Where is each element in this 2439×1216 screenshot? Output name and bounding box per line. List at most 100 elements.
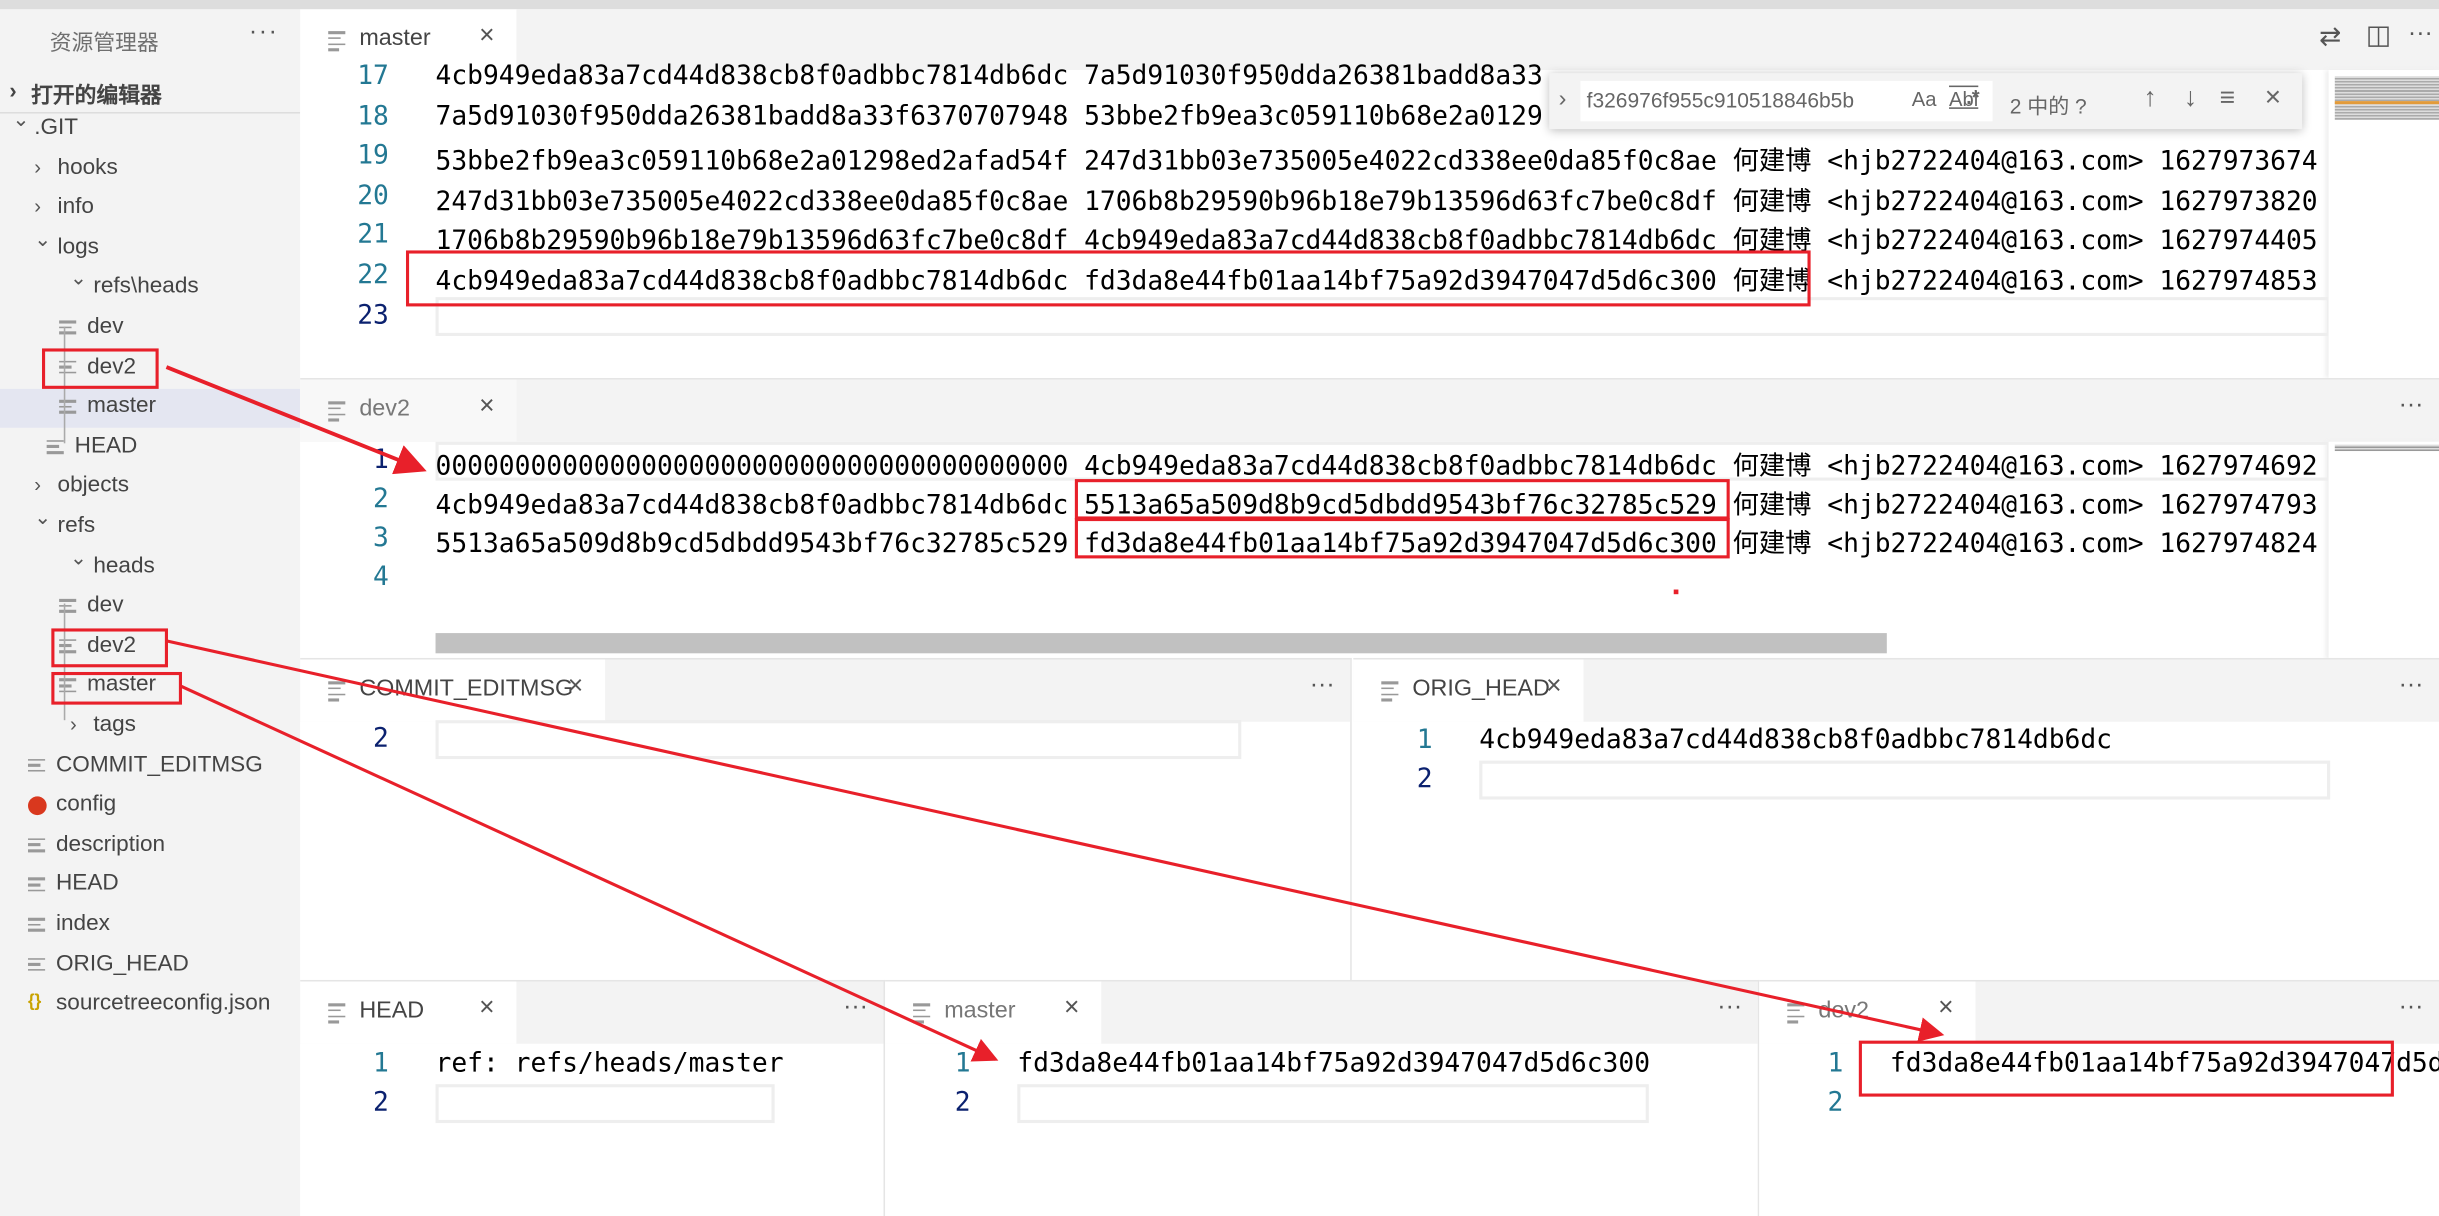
tree-item-logs[interactable]: ⌄ logs (0, 227, 300, 269)
file-icon (27, 838, 46, 855)
close-icon[interactable]: × (479, 992, 494, 1023)
code-line[interactable]: 7a5d91030f950dda26381badd8a33f6370707948… (436, 99, 1543, 130)
code-line[interactable]: 5513a65a509d8b9cd5dbdd9543bf76c32785c529… (436, 521, 2318, 560)
tree-item-hooks[interactable]: › hooks (0, 150, 300, 189)
tree-item-sourcetreeconfig-json[interactable]: {} sourcetreeconfig.json (0, 986, 300, 1025)
tree-item-label: refs (57, 513, 96, 539)
tab-head[interactable]: HEAD × (300, 981, 517, 1044)
close-icon[interactable]: × (1546, 670, 1561, 701)
more-actions-button[interactable]: ··· (1310, 672, 1335, 700)
tab-bar: HEAD × ··· (300, 981, 884, 1044)
more-actions-button[interactable]: ··· (2399, 994, 2424, 1022)
tree-item-index[interactable]: index (0, 907, 300, 946)
close-icon[interactable]: × (479, 390, 494, 421)
close-icon[interactable]: × (479, 20, 494, 51)
close-icon[interactable]: × (1938, 992, 1953, 1023)
tree-item--git[interactable]: ⌄ .GIT (0, 107, 300, 149)
line-number: 1 (373, 443, 389, 475)
tree-item-dev[interactable]: dev (0, 588, 300, 627)
tree-item-label: objects (57, 473, 130, 499)
minimap[interactable] (2328, 441, 2439, 658)
chevron-down-icon: ⌄ (69, 545, 87, 569)
tree-item-heads[interactable]: ⌄ heads (0, 545, 300, 587)
explorer-more-button[interactable]: ··· (249, 19, 279, 47)
code-line[interactable]: ref: refs/heads/master (436, 1047, 784, 1078)
tree-item-commit-editmsg[interactable]: COMMIT_EDITMSG (0, 748, 300, 787)
code-line[interactable]: 4cb949eda83a7cd44d838cb8f0adbbc7814db6dc… (436, 59, 1543, 90)
editor-group-commit-editmsg: COMMIT_EDITMSG × ··· 2 (300, 657, 1352, 980)
split-editor-icon[interactable]: ◫ (2366, 20, 2391, 51)
code-line[interactable]: 4cb949eda83a7cd44d838cb8f0adbbc7814db6dc (1479, 723, 2112, 754)
tree-item-config[interactable]: config (0, 787, 300, 826)
compare-changes-icon[interactable]: ⇄ (2319, 22, 2341, 53)
regex-icon[interactable]: .* (1966, 86, 1979, 109)
tree-item-master[interactable]: master (0, 389, 301, 429)
file-icon (1381, 681, 1399, 705)
editor-group-dev2-log: dev2 × ··· 1 00000000000000000000000000000… (300, 377, 2439, 658)
tree-item-dev2[interactable]: dev2 (0, 628, 300, 667)
code-line[interactable]: 4cb949eda83a7cd44d838cb8f0adbbc7814db6dc… (436, 258, 2318, 297)
line-number: 2 (1827, 1085, 1844, 1117)
tree-item-head[interactable]: HEAD (0, 429, 300, 468)
code-line[interactable]: 0000000000000000000000000000000000000000… (436, 443, 2318, 482)
file-icon (59, 320, 77, 337)
file-icon (1787, 1003, 1805, 1027)
more-actions-button[interactable]: ··· (2399, 672, 2424, 700)
horizontal-scrollbar[interactable] (435, 633, 1887, 654)
code-line[interactable]: fd3da8e44fb01aa14bf75a92d3947047d5d6c300 (1890, 1047, 2439, 1078)
close-icon[interactable]: × (2265, 81, 2281, 114)
find-result-count: 2 中的 ? (2009, 94, 2087, 119)
tab-orig-head[interactable]: ORIG_HEAD × (1353, 659, 1584, 722)
tab-dev2[interactable]: dev2 × (300, 379, 517, 442)
file-icon (328, 681, 346, 705)
editor-group-master-ref: master × ··· 1 fd3da8e44fb01aa14bf75a92d39… (885, 979, 1760, 1216)
tree-item-master[interactable]: master (0, 668, 300, 707)
find-widget: › f326976f955c910518846b5b Aa Abl .* 2 中… (1549, 73, 2303, 130)
code-line[interactable]: 247d31bb03e735005e4022cd338ee0da85f0c8ae… (436, 179, 2318, 218)
tree-item-description[interactable]: description (0, 827, 300, 866)
more-actions-button[interactable]: ··· (1717, 994, 1742, 1022)
tree-item-label: sourcetreeconfig.json (55, 991, 271, 1017)
tree-item-label: master (87, 672, 157, 698)
minimap[interactable] (2328, 69, 2439, 378)
more-actions-button[interactable]: ··· (2408, 20, 2433, 48)
tree-item-dev[interactable]: dev (0, 310, 300, 349)
file-icon (328, 1003, 346, 1027)
chevron-right-icon: › (9, 77, 17, 103)
code-line[interactable]: 1706b8b29590b96b18e79b13596d63fc7be0c8df… (436, 218, 2318, 257)
tree-item-head[interactable]: HEAD (0, 867, 300, 906)
more-actions-button[interactable]: ··· (2399, 392, 2424, 420)
more-actions-button[interactable]: ··· (843, 994, 868, 1022)
tree-item-label: dev (87, 314, 124, 340)
tab-dev2[interactable]: dev2 × (1759, 981, 1976, 1044)
open-editors-section[interactable]: › 打开的编辑器 (0, 73, 301, 114)
tree-item-label: COMMIT_EDITMSG (55, 752, 263, 778)
tree-item-dev2[interactable]: dev2 (0, 349, 300, 388)
code-line[interactable]: 53bbe2fb9ea3c059110b68e2a01298ed2afad54f… (436, 139, 2318, 178)
file-icon (27, 957, 46, 975)
tree-item-label: description (55, 831, 166, 857)
tree-item-label: heads (93, 553, 155, 579)
close-icon[interactable]: × (1064, 992, 1079, 1023)
tree-item-objects[interactable]: › objects (0, 469, 300, 508)
file-icon (59, 400, 77, 417)
previous-match-icon[interactable]: ↑ (2143, 82, 2156, 113)
next-match-icon[interactable]: ↓ (2184, 82, 2197, 113)
code-line[interactable]: 4cb949eda83a7cd44d838cb8f0adbbc7814db6dc… (436, 482, 2318, 521)
tree-item-orig-head[interactable]: ORIG_HEAD (0, 947, 300, 986)
match-case-icon[interactable]: Aa (1912, 87, 1937, 110)
line-number: 17 (357, 59, 389, 91)
close-icon[interactable]: × (568, 670, 583, 701)
find-in-selection-icon[interactable]: ≡ (2220, 82, 2235, 113)
tree-item-info[interactable]: › info (0, 190, 300, 229)
current-line-highlight (435, 296, 2331, 336)
tree-item-refs[interactable]: ⌄ refs (0, 506, 300, 548)
tab-master[interactable]: master × (885, 981, 1102, 1044)
toggle-replace-icon[interactable]: › (1559, 86, 1567, 112)
code-line[interactable]: fd3da8e44fb01aa14bf75a92d3947047d5d6c300 (1017, 1047, 1650, 1078)
tab-commit-editmsg[interactable]: COMMIT_EDITMSG × (300, 659, 606, 722)
indent-guide (63, 603, 66, 721)
tree-item-tags[interactable]: › tags (0, 708, 300, 747)
tree-item-label: index (55, 911, 110, 937)
tree-item-refs-heads[interactable]: ⌄ refs\heads (0, 267, 300, 309)
